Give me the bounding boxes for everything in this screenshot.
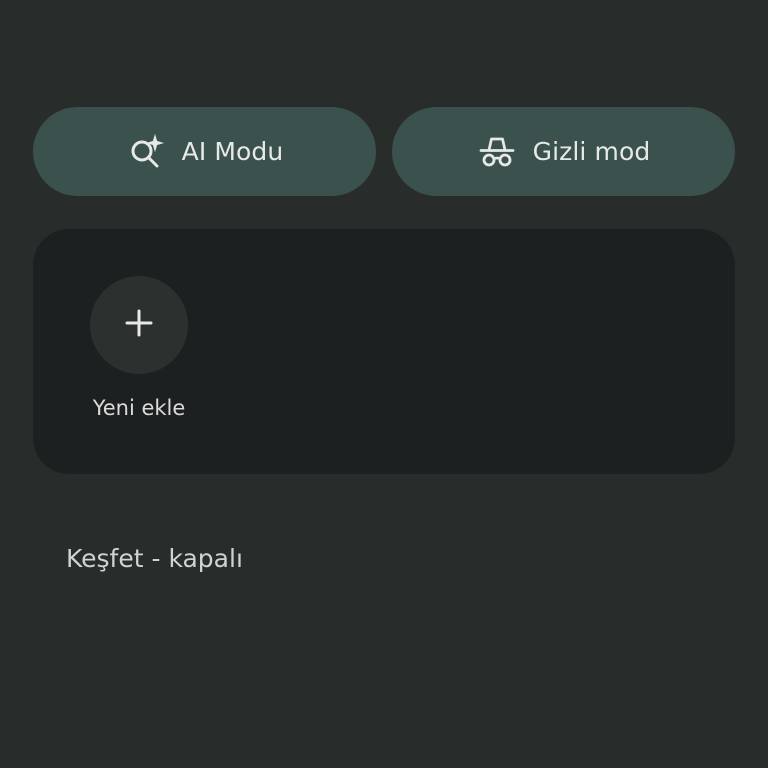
plus-icon — [123, 307, 155, 343]
ai-search-sparkle-icon — [126, 132, 166, 172]
add-shortcut-tile[interactable]: Yeni ekle — [89, 276, 189, 420]
incognito-button[interactable]: Gizli mod — [392, 107, 735, 196]
shortcuts-panel: Yeni ekle — [33, 229, 735, 474]
discover-status-text[interactable]: Keşfet - kapalı — [66, 544, 243, 573]
ai-mode-button[interactable]: AI Modu — [33, 107, 376, 196]
ai-mode-label: AI Modu — [181, 137, 284, 166]
add-shortcut-label: Yeni ekle — [92, 396, 186, 420]
add-shortcut-button[interactable] — [90, 276, 188, 374]
incognito-label: Gizli mod — [532, 137, 651, 166]
incognito-icon — [477, 132, 517, 172]
